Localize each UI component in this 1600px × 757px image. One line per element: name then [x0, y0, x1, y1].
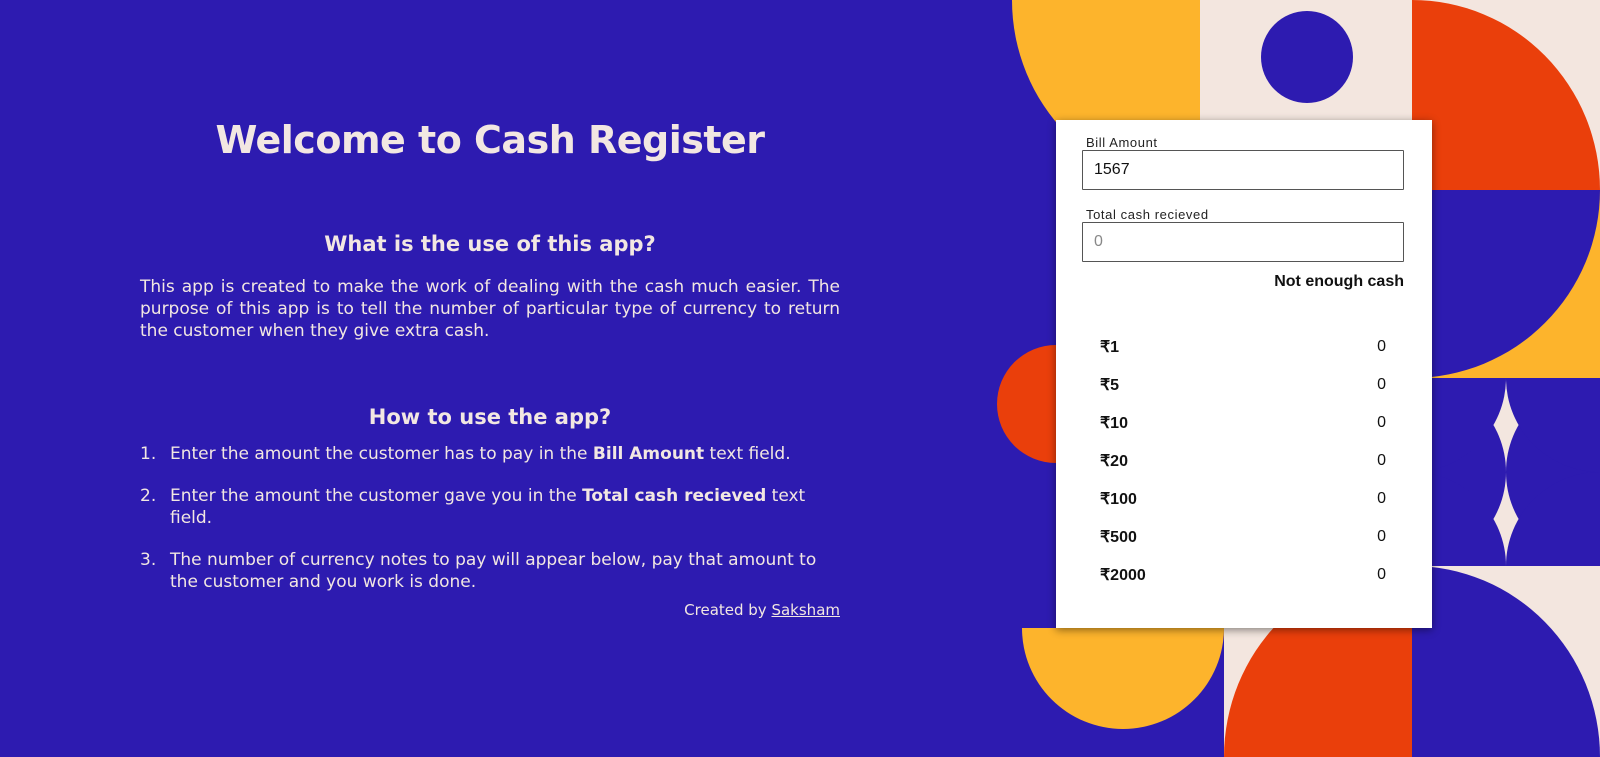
- note-row: ₹10 0: [1100, 404, 1390, 442]
- note-row: ₹20 0: [1100, 442, 1390, 480]
- author-link[interactable]: Saksham: [771, 601, 840, 619]
- step-item: 2. Enter the amount the customer gave yo…: [140, 485, 840, 529]
- step-text-end: text field.: [704, 444, 791, 464]
- note-count: 0: [1377, 414, 1386, 431]
- note-denomination: ₹1: [1100, 339, 1120, 356]
- note-count: 0: [1377, 338, 1386, 355]
- note-count: 0: [1377, 566, 1386, 583]
- note-count: 0: [1377, 528, 1386, 545]
- note-row: ₹100 0: [1100, 480, 1390, 518]
- step-number: 2.: [140, 486, 157, 506]
- note-count: 0: [1377, 376, 1386, 393]
- step-number: 1.: [140, 444, 157, 464]
- page-title: Welcome to Cash Register: [215, 118, 765, 162]
- note-row: ₹2000 0: [1100, 556, 1390, 594]
- notes-table: ₹1 0 ₹5 0 ₹10 0 ₹20 0 ₹100 0 ₹500 0 ₹200…: [1100, 328, 1390, 594]
- steps-list: 1. Enter the amount the customer has to …: [140, 443, 840, 593]
- step-bold: Bill Amount: [592, 444, 705, 464]
- about-text: This app is created to make the work of …: [140, 277, 840, 341]
- note-denomination: ₹20: [1100, 453, 1128, 470]
- note-row: ₹5 0: [1100, 366, 1390, 404]
- step-text: Enter the amount the customer gave you i…: [170, 486, 583, 506]
- step-text: Enter the amount the customer has to pay…: [170, 444, 593, 464]
- note-denomination: ₹10: [1100, 415, 1128, 432]
- cash-received-input[interactable]: [1082, 222, 1404, 262]
- bill-amount-input[interactable]: [1082, 150, 1404, 190]
- note-denomination: ₹5: [1100, 377, 1120, 394]
- note-count: 0: [1377, 452, 1386, 469]
- bill-amount-label: Bill Amount: [1086, 135, 1158, 150]
- note-count: 0: [1377, 490, 1386, 507]
- step-text: The number of currency notes to pay will…: [170, 550, 817, 592]
- credit-line: Created by Saksham: [140, 601, 840, 619]
- note-row: ₹500 0: [1100, 518, 1390, 556]
- step-item: 3. The number of currency notes to pay w…: [140, 549, 840, 593]
- note-denomination: ₹100: [1100, 491, 1137, 508]
- page: Welcome to Cash Register What is the use…: [0, 0, 1600, 757]
- error-message: Not enough cash: [1274, 273, 1404, 290]
- credit-prefix: Created by: [684, 601, 772, 619]
- about-heading: What is the use of this app?: [324, 232, 656, 256]
- step-bold: Total cash recieved: [582, 486, 767, 506]
- cash-received-label: Total cash recieved: [1086, 207, 1209, 222]
- info-section: Welcome to Cash Register What is the use…: [140, 118, 840, 619]
- note-row: ₹1 0: [1100, 328, 1390, 366]
- how-heading: How to use the app?: [368, 405, 612, 429]
- step-number: 3.: [140, 550, 157, 570]
- step-item: 1. Enter the amount the customer has to …: [140, 443, 840, 465]
- note-denomination: ₹2000: [1100, 567, 1146, 584]
- note-denomination: ₹500: [1100, 529, 1137, 546]
- cash-register-card: Bill Amount Total cash recieved Not enou…: [1056, 120, 1432, 628]
